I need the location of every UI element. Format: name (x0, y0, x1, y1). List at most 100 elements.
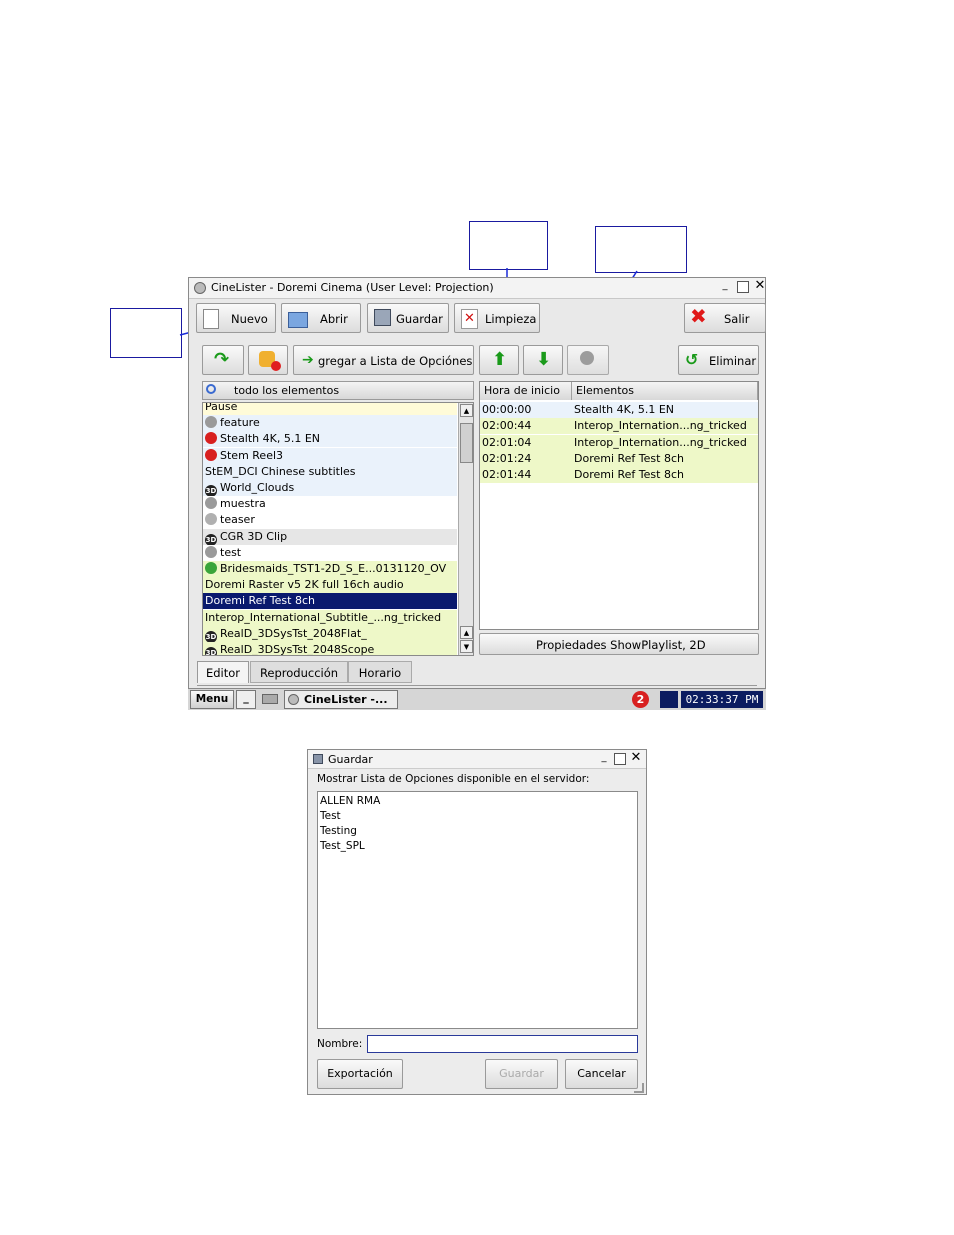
table-row[interactable]: 02:01:04 Interop_Internation...ng_tricked (480, 434, 758, 451)
open-folder-icon (288, 312, 308, 328)
list-item[interactable]: 3D RealD_3DSysTst_2048Flat_ (203, 625, 457, 643)
taskbar: Menu _ CineLister -... 2 02:33:37 PM (188, 688, 766, 710)
list-item-label: Doremi Raster v5 2K full 16ch audio (205, 578, 404, 592)
maximize-icon[interactable] (737, 281, 749, 293)
resize-grip-icon[interactable] (634, 1083, 644, 1093)
list-item-label: RealD_3DSysTst_2048Scope (220, 643, 375, 656)
tab-editor[interactable]: Editor (197, 661, 249, 683)
dialog-title-bar: Guardar _ ✕ (308, 750, 646, 769)
gear-icon (205, 513, 217, 526)
dialog-maximize-icon[interactable] (614, 753, 626, 765)
list-item-label: Stem Reel3 (220, 448, 284, 462)
export-button[interactable]: Exportación (317, 1059, 403, 1089)
list-item[interactable]: 3D CGR 3D Clip (203, 528, 457, 546)
menu-button[interactable]: Menu (190, 690, 234, 709)
dialog-close-icon[interactable]: ✕ (630, 751, 642, 765)
list-item-label: Pause (205, 402, 238, 413)
scroll-down-icon[interactable]: ▼ (460, 640, 473, 653)
col-elementos[interactable]: Elementos (572, 382, 758, 400)
nuevo-label: Nuevo (231, 312, 268, 326)
list-scrollbar[interactable]: ▲ ▲ ▼ (458, 403, 473, 655)
table-row[interactable]: 02:01:44 Doremi Ref Test 8ch (480, 467, 758, 484)
list-item[interactable]: StEM_DCI Chinese subtitles (203, 463, 457, 480)
playlist-table: Hora de inicio Elementos 00:00:00 Stealth… (479, 381, 759, 630)
playlist-item[interactable]: Test_SPL (318, 838, 365, 854)
save-dialog: Guardar _ ✕ Mostrar Lista de Opciones di… (307, 749, 647, 1095)
table-row[interactable]: 02:01:24 Doremi Ref Test 8ch (480, 450, 758, 467)
close-icon[interactable]: ✕ (754, 279, 766, 293)
list-item[interactable]: feature (203, 415, 457, 432)
row-item: Interop_Internation...ng_tricked (574, 419, 747, 433)
list-item[interactable]: 3D World_Clouds (203, 480, 457, 497)
row-item: Stealth 4K, 5.1 EN (574, 403, 675, 416)
red-icon (205, 432, 217, 445)
task-button[interactable]: CineLister -... (284, 690, 398, 709)
cancel-button[interactable]: Cancelar (565, 1059, 638, 1089)
remove-item-button[interactable] (248, 345, 288, 375)
properties-button[interactable]: Propiedades ShowPlaylist, 2D (479, 633, 759, 655)
film-icon (205, 497, 217, 510)
col-hora-de-inicio[interactable]: Hora de inicio (480, 382, 572, 400)
list-item[interactable]: teaser (203, 512, 457, 529)
add-to-playlist-button[interactable]: ➔ gregar a Lista de Opciónes (293, 345, 474, 375)
film-icon (205, 545, 217, 558)
down-arrow-icon: ⬇ (536, 349, 552, 370)
list-item-label: Bridesmaids_TST1-2D_S_E...0131120_OV (220, 562, 447, 575)
refresh-button[interactable]: ↷ (202, 345, 244, 375)
scroll-up-icon[interactable]: ▲ (460, 404, 473, 417)
list-item[interactable]: Doremi Ref Test 8ch (203, 593, 457, 610)
guardar-button[interactable]: Guardar (367, 303, 449, 333)
tab-horario[interactable]: Horario (348, 661, 412, 683)
tab-reproduccion[interactable]: Reproducción (250, 661, 348, 683)
list-item-label: test (220, 545, 242, 559)
save-button[interactable]: Guardar (485, 1059, 558, 1089)
clock: 02:33:37 PM (681, 691, 763, 708)
minimize-icon[interactable]: _ (719, 281, 731, 293)
list-item[interactable]: Stealth 4K, 5.1 EN (203, 431, 457, 448)
eliminar-button[interactable]: ↺ Eliminar (678, 345, 759, 375)
row-time: 02:01:44 (482, 468, 532, 482)
list-item-label: StEM_DCI Chinese subtitles (205, 464, 356, 478)
scroll-thumb[interactable] (460, 423, 473, 463)
limpieza-button[interactable]: ✕ Limpieza (454, 303, 540, 333)
list-item[interactable]: Interop_International_Subtitle_...ng_tri… (203, 609, 457, 626)
clear-icon: ✕ (461, 309, 478, 329)
move-up-button[interactable]: ⬆ (479, 345, 519, 375)
abrir-button[interactable]: Abrir (281, 303, 361, 333)
magnifier-icon (580, 351, 594, 365)
playlist-item[interactable]: Test (318, 808, 341, 824)
3d-icon: 3D (205, 647, 217, 655)
list-item[interactable]: Pause (203, 402, 457, 415)
green-icon (205, 562, 217, 574)
playlist-item[interactable]: Testing (318, 823, 357, 839)
table-row[interactable]: 02:00:44 Interop_Internation...ng_tricked (480, 418, 758, 435)
playlist-item[interactable]: ALLEN RMA (318, 793, 380, 809)
scroll-up-lower-icon[interactable]: ▲ (460, 626, 473, 639)
filter-label: todo los elementos (234, 384, 340, 397)
list-item[interactable]: Doremi Raster v5 2K full 16ch audio (203, 577, 457, 594)
list-item[interactable]: Bridesmaids_TST1-2D_S_E...0131120_OV (203, 561, 457, 577)
list-item[interactable]: Stem Reel3 (203, 447, 457, 464)
filter-bar[interactable]: todo los elementos (202, 381, 474, 400)
table-row[interactable]: 00:00:00 Stealth 4K, 5.1 EN (480, 402, 758, 418)
dialog-prompt: Mostrar Lista de Opciones disponible en … (317, 773, 590, 785)
list-item-label: teaser (220, 513, 255, 527)
list-item[interactable]: test (203, 544, 457, 561)
salir-button[interactable]: ✖ Salir (684, 303, 766, 333)
nuevo-button[interactable]: Nuevo (196, 303, 276, 333)
dialog-minimize-icon[interactable]: _ (598, 753, 610, 765)
workspace-indicator[interactable] (660, 691, 678, 708)
name-field[interactable] (367, 1035, 638, 1053)
add-to-playlist-label: gregar a Lista de Opciónes (318, 354, 473, 368)
eliminar-label: Eliminar (709, 354, 757, 368)
film-icon (205, 416, 217, 429)
keyboard-icon[interactable] (262, 694, 278, 704)
notification-badge[interactable]: 2 (632, 691, 649, 708)
list-item[interactable]: muestra (203, 496, 457, 513)
list-item[interactable]: 3D RealD_3DSysTst_2048Scope (203, 642, 457, 656)
new-file-icon (203, 309, 219, 329)
search-user-button[interactable] (567, 345, 609, 375)
move-down-button[interactable]: ⬇ (523, 345, 563, 375)
list-item-label: RealD_3DSysTst_2048Flat_ (220, 626, 367, 640)
show-desktop-button[interactable]: _ (236, 690, 256, 709)
